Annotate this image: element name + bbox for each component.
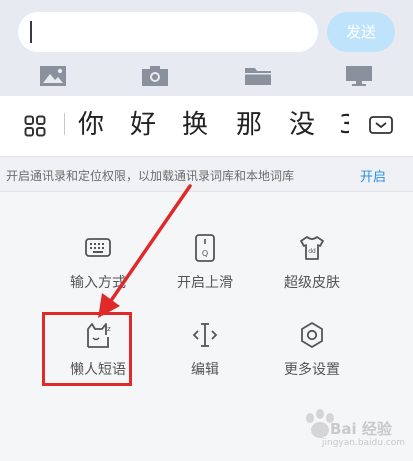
- feature-edit[interactable]: 编辑: [155, 321, 255, 391]
- watermark-text: Bai 经验: [330, 420, 392, 438]
- settings-gear-icon: [301, 322, 323, 348]
- computer-icon[interactable]: [344, 64, 374, 88]
- feature-swipe-up[interactable]: Q 开启上滑: [155, 234, 255, 304]
- feature-label: 编辑: [191, 362, 219, 378]
- keyboard-collapse-icon[interactable]: [369, 116, 393, 134]
- candidate-6-partial[interactable]: 3: [339, 107, 349, 143]
- permission-enable-button[interactable]: 开启: [360, 166, 386, 185]
- folder-icon[interactable]: [243, 64, 273, 88]
- svg-text:Q: Q: [202, 249, 208, 258]
- candidate-5[interactable]: 没: [289, 107, 315, 143]
- message-input[interactable]: [18, 12, 318, 52]
- feature-super-skin[interactable]: dd 超级皮肤: [262, 234, 362, 304]
- feature-label: 输入方式: [70, 275, 126, 291]
- send-button[interactable]: 发送: [327, 12, 395, 52]
- candidate-bar: 你 好 换 那 没 3: [0, 96, 413, 156]
- skin-shirt-icon: dd: [300, 236, 324, 260]
- keyboard-icon: [85, 238, 111, 257]
- feature-label: 超级皮肤: [284, 275, 340, 291]
- feature-label: 开启上滑: [177, 275, 233, 291]
- candidate-3[interactable]: 换: [182, 107, 208, 143]
- attachment-bar: [0, 58, 413, 96]
- permission-banner: 开启通讯录和定位权限，以加载通讯录词库和本地词库 开启: [0, 156, 413, 192]
- text-caret: [30, 21, 32, 43]
- text-cursor-icon: [192, 323, 218, 347]
- feature-label: 更多设置: [284, 362, 340, 378]
- candidate-1[interactable]: 你: [78, 107, 104, 143]
- svg-text:dd: dd: [308, 248, 316, 255]
- highlight-box: [42, 312, 132, 386]
- candidate-4[interactable]: 那: [236, 107, 262, 143]
- camera-icon[interactable]: [140, 64, 170, 88]
- grid-menu-icon[interactable]: [24, 115, 46, 137]
- message-bar: 发送: [0, 0, 413, 58]
- feature-input-method[interactable]: 输入方式: [48, 234, 148, 304]
- permission-text: 开启通讯录和定位权限，以加载通讯录词库和本地词库: [6, 169, 295, 183]
- watermark-url: jingyan.baidu.com: [322, 438, 406, 448]
- feature-more-settings[interactable]: 更多设置: [262, 321, 362, 391]
- candidate-2[interactable]: 好: [130, 107, 156, 143]
- swipe-up-icon: Q: [195, 234, 215, 262]
- candidate-divider: [64, 113, 65, 135]
- image-icon[interactable]: [38, 64, 68, 88]
